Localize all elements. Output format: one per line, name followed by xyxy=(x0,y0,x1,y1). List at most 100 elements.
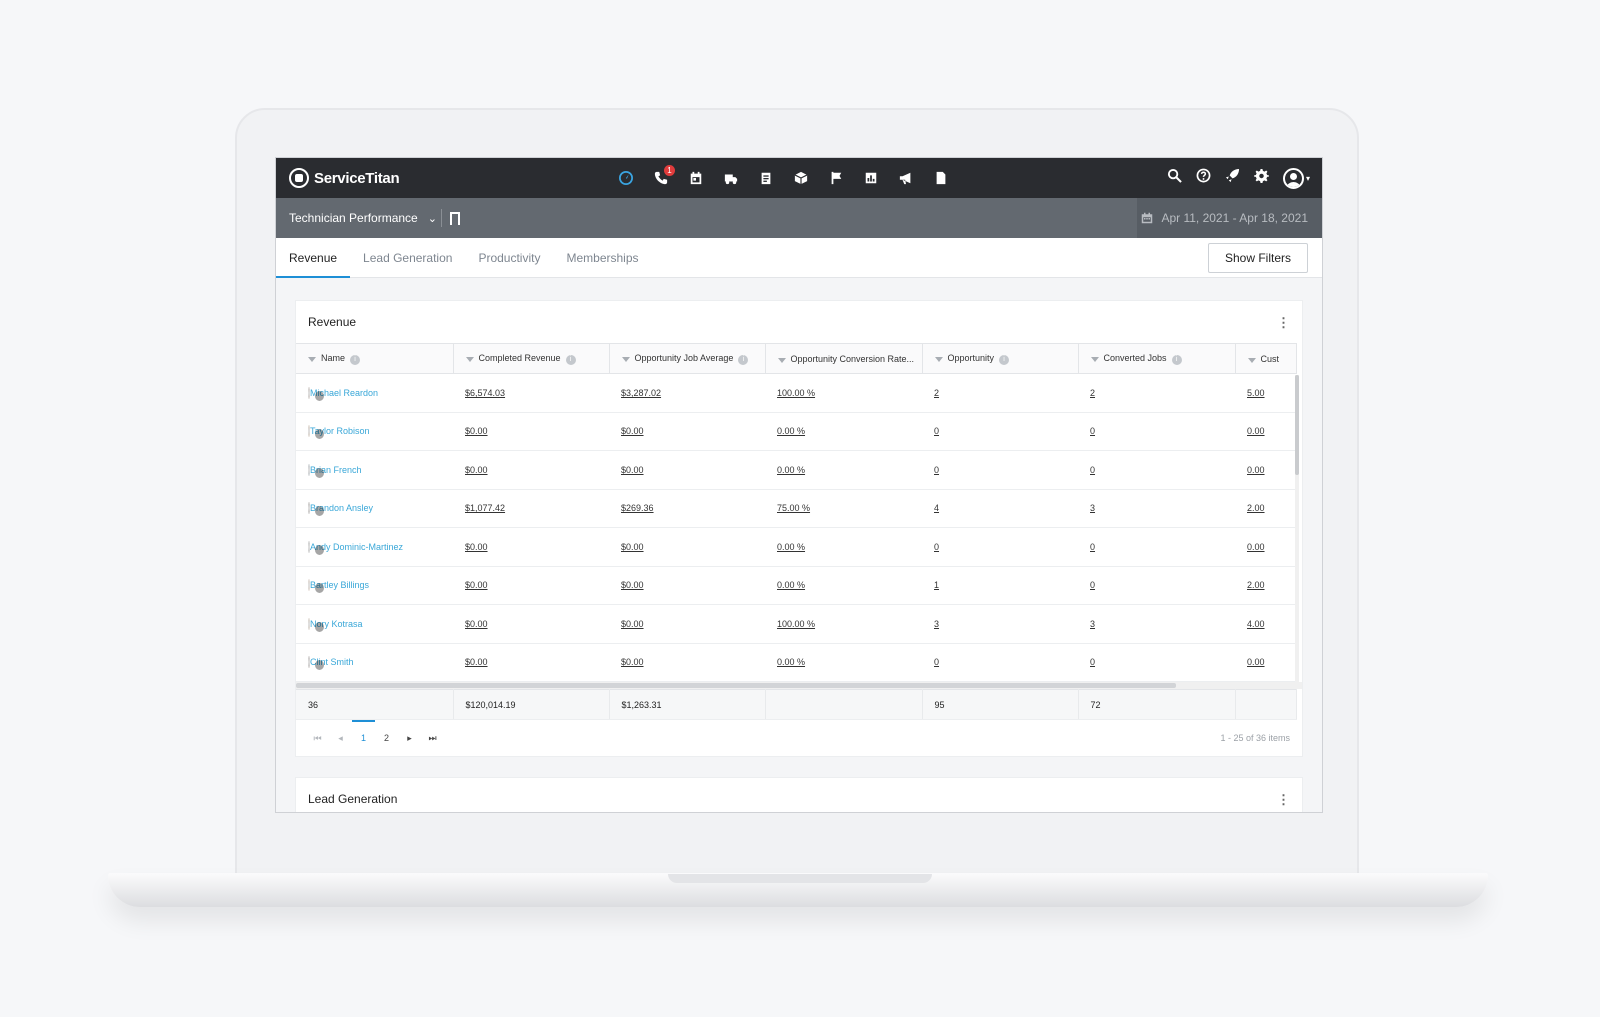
filter-icon[interactable] xyxy=(934,356,943,362)
completed-revenue-link[interactable]: $6,574.03 xyxy=(465,388,505,398)
reports-icon[interactable] xyxy=(861,168,881,188)
completed-revenue-link[interactable]: $0.00 xyxy=(465,465,488,475)
opportunity-link[interactable]: 0 xyxy=(934,542,939,552)
info-icon[interactable]: i xyxy=(350,354,361,365)
help-icon[interactable] xyxy=(1196,168,1211,188)
scroll-thumb[interactable] xyxy=(1295,375,1299,475)
conversion-rate-link[interactable]: 75.00 % xyxy=(777,503,810,513)
vertical-scrollbar[interactable] xyxy=(1295,375,1299,683)
column-header-converted-jobs[interactable]: Converted Jobs i xyxy=(1078,343,1236,374)
tab-revenue[interactable]: Revenue xyxy=(276,238,351,278)
next-page-icon[interactable]: ▸ xyxy=(398,733,421,744)
completed-revenue-link[interactable]: $0.00 xyxy=(465,580,488,590)
last-page-icon[interactable]: ⏭ xyxy=(421,733,444,744)
cust-link[interactable]: 0.00 xyxy=(1247,542,1265,552)
tab-productivity[interactable]: Productivity xyxy=(465,238,553,277)
filter-icon[interactable] xyxy=(777,357,786,363)
completed-revenue-link[interactable]: $0.00 xyxy=(465,657,488,667)
converted-jobs-link[interactable]: 0 xyxy=(1090,657,1095,667)
scroll-thumb[interactable] xyxy=(296,683,1176,688)
conversion-rate-link[interactable]: 0.00 % xyxy=(777,465,805,475)
bookmark-icon[interactable] xyxy=(449,211,460,228)
prev-page-icon[interactable]: ◂ xyxy=(329,733,352,744)
completed-revenue-link[interactable]: $0.00 xyxy=(465,542,488,552)
gear-icon[interactable] xyxy=(1253,168,1269,188)
column-header-job-average[interactable]: Opportunity Job Average i xyxy=(609,343,766,374)
job-average-link[interactable]: $0.00 xyxy=(621,465,644,475)
completed-revenue-link[interactable]: $1,077.42 xyxy=(465,503,505,513)
opportunity-link[interactable]: 4 xyxy=(934,503,939,513)
filter-icon[interactable] xyxy=(1090,356,1099,362)
conversion-rate-link[interactable]: 0.00 % xyxy=(777,426,805,436)
column-header-cust[interactable]: Cust xyxy=(1235,343,1297,374)
brand-logo[interactable]: ServiceTitan xyxy=(289,168,400,188)
phone-icon[interactable]: 1 xyxy=(651,165,675,188)
converted-jobs-link[interactable]: 0 xyxy=(1090,465,1095,475)
cust-link[interactable]: 5.00 xyxy=(1247,388,1265,398)
cust-link[interactable]: 0.00 xyxy=(1247,426,1265,436)
page-2-button[interactable]: 2 xyxy=(375,733,398,743)
job-average-link[interactable]: $269.36 xyxy=(621,503,654,513)
converted-jobs-link[interactable]: 3 xyxy=(1090,619,1095,629)
filter-icon[interactable] xyxy=(621,356,630,362)
filter-icon[interactable] xyxy=(465,356,474,362)
opportunity-link[interactable]: 2 xyxy=(934,388,939,398)
column-header-conversion-rate[interactable]: Opportunity Conversion Rate... xyxy=(765,343,923,374)
report-selector[interactable]: Technician Performance ⌄ xyxy=(289,211,437,225)
completed-revenue-link[interactable]: $0.00 xyxy=(465,426,488,436)
completed-revenue-link[interactable]: $0.00 xyxy=(465,619,488,629)
opportunity-link[interactable]: 1 xyxy=(934,580,939,590)
column-header-name[interactable]: Name i xyxy=(296,343,454,374)
opportunity-link[interactable]: 0 xyxy=(934,426,939,436)
more-options-icon[interactable]: ⋮ xyxy=(1277,793,1290,806)
opportunity-link[interactable]: 3 xyxy=(934,619,939,629)
first-page-icon[interactable]: ⏮ xyxy=(306,733,329,744)
horizontal-scrollbar[interactable] xyxy=(296,682,1302,689)
cust-link[interactable]: 2.00 xyxy=(1247,580,1265,590)
job-average-link[interactable]: $0.00 xyxy=(621,657,644,667)
flag-icon[interactable] xyxy=(826,168,846,188)
page-1-button[interactable]: 1 xyxy=(352,720,375,743)
job-average-link[interactable]: $0.00 xyxy=(621,426,644,436)
converted-jobs-link[interactable]: 0 xyxy=(1090,580,1095,590)
job-average-link[interactable]: $3,287.02 xyxy=(621,388,661,398)
tab-memberships[interactable]: Memberships xyxy=(553,238,651,277)
more-options-icon[interactable]: ⋮ xyxy=(1277,316,1290,329)
megaphone-icon[interactable] xyxy=(896,168,916,188)
job-average-link[interactable]: $0.00 xyxy=(621,619,644,629)
converted-jobs-link[interactable]: 3 xyxy=(1090,503,1095,513)
tab-lead-generation[interactable]: Lead Generation xyxy=(350,238,465,277)
info-icon[interactable]: i xyxy=(999,354,1010,365)
cust-link[interactable]: 0.00 xyxy=(1247,657,1265,667)
cust-link[interactable]: 4.00 xyxy=(1247,619,1265,629)
search-icon[interactable] xyxy=(1167,168,1182,188)
column-header-opportunity[interactable]: Opportunity i xyxy=(922,343,1079,374)
dashboard-icon[interactable] xyxy=(616,168,636,188)
conversion-rate-link[interactable]: 0.00 % xyxy=(777,657,805,667)
info-icon[interactable]: i xyxy=(1171,354,1182,365)
column-header-completed-revenue[interactable]: Completed Revenue i xyxy=(453,343,610,374)
conversion-rate-link[interactable]: 0.00 % xyxy=(777,542,805,552)
truck-icon[interactable] xyxy=(721,168,741,188)
conversion-rate-link[interactable]: 100.00 % xyxy=(777,388,815,398)
show-filters-button[interactable]: Show Filters xyxy=(1207,243,1308,273)
clipboard-icon[interactable] xyxy=(756,168,776,188)
conversion-rate-link[interactable]: 0.00 % xyxy=(777,580,805,590)
opportunity-link[interactable]: 0 xyxy=(934,465,939,475)
calendar-icon[interactable] xyxy=(686,168,706,188)
converted-jobs-link[interactable]: 0 xyxy=(1090,426,1095,436)
filter-icon[interactable] xyxy=(308,356,316,362)
cust-link[interactable]: 2.00 xyxy=(1247,503,1265,513)
date-range-picker[interactable]: Apr 11, 2021 - Apr 18, 2021 xyxy=(1137,198,1322,238)
rocket-icon[interactable] xyxy=(1225,168,1240,188)
conversion-rate-link[interactable]: 100.00 % xyxy=(777,619,815,629)
job-average-link[interactable]: $0.00 xyxy=(621,580,644,590)
job-average-link[interactable]: $0.00 xyxy=(621,542,644,552)
converted-jobs-link[interactable]: 0 xyxy=(1090,542,1095,552)
filter-icon[interactable] xyxy=(1247,357,1256,363)
converted-jobs-link[interactable]: 2 xyxy=(1090,388,1095,398)
document-icon[interactable] xyxy=(931,168,951,188)
opportunity-link[interactable]: 0 xyxy=(934,657,939,667)
info-icon[interactable]: i xyxy=(738,354,749,365)
cust-link[interactable]: 0.00 xyxy=(1247,465,1265,475)
